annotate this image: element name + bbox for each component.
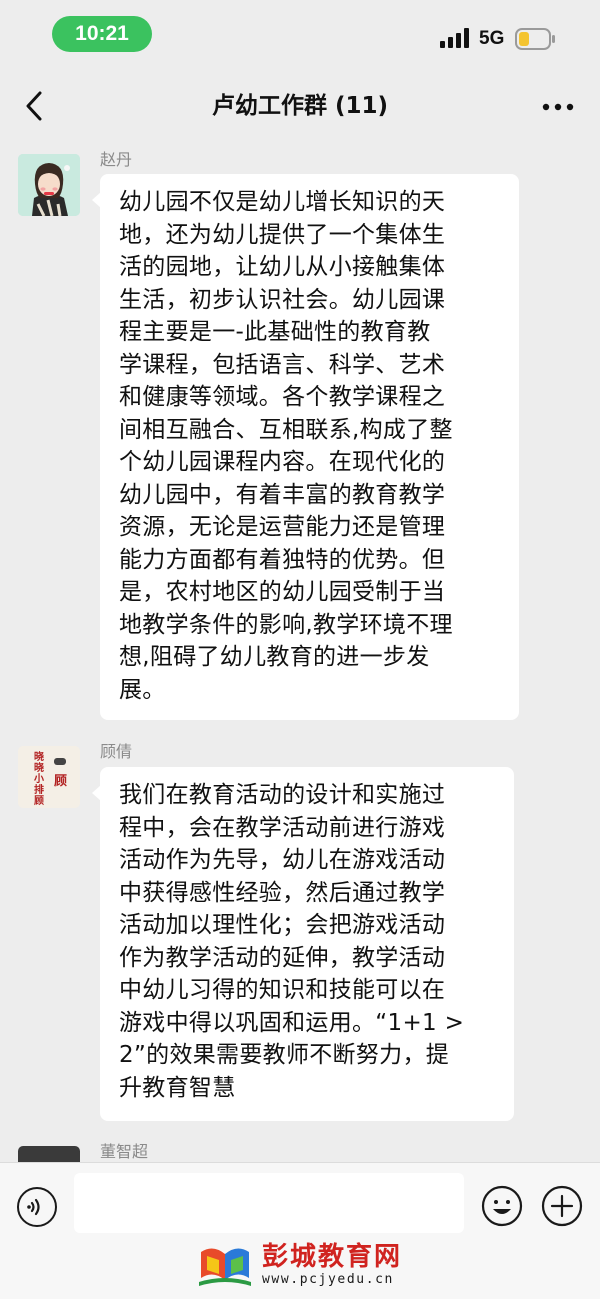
- message-line: 能力方面都有着独特的优势。但: [119, 546, 446, 573]
- message-line: 是，农村地区的幼儿园受制于当: [119, 579, 446, 605]
- message-line: 地教学条件的影响,教学环境不理: [119, 611, 453, 638]
- voice-icon: [27, 1198, 40, 1216]
- navigation-bar: 10:21 5G 卢幼工作群 (11): [0, 0, 600, 140]
- sender-name: 赵丹: [100, 150, 133, 169]
- message-line: 程中，会在教学活动前进行游戏: [119, 814, 446, 841]
- message-line: 展。: [119, 676, 166, 703]
- message-line: 活动作为先导，幼儿在游戏活动: [119, 847, 446, 873]
- avatar-decoration: [54, 758, 66, 765]
- message-line: 资源，无论是运营能力还是管理: [119, 514, 446, 540]
- message-line: 中获得感性经验，然后通过教学: [119, 879, 446, 906]
- watermark-url: www.pcjyedu.cn: [262, 1272, 394, 1287]
- message-bubble[interactable]: 我们在教育活动的设计和实施过 程中，会在教学活动前进行游戏 活动作为先导，幼儿在…: [92, 767, 514, 1121]
- message-line: 我们在教育活动的设计和实施过: [119, 782, 446, 808]
- add-more-icon[interactable]: [541, 1185, 583, 1227]
- message-line: 活动加以理性化；会把游戏活动: [119, 912, 446, 938]
- message-line: 中幼儿习得的知识和技能可以在: [119, 977, 446, 1003]
- avatar-text-right: 顾: [54, 774, 68, 789]
- network-type: 5G: [479, 28, 505, 49]
- message-line: 幼儿园中，有着丰富的教育教学: [119, 481, 446, 508]
- avatar-illustration: [18, 154, 80, 216]
- avatar[interactable]: [18, 1146, 80, 1162]
- message-input[interactable]: [74, 1173, 464, 1233]
- message-line: 升教育智慧: [119, 1074, 236, 1101]
- message-line: 个幼儿园课程内容。在现代化的: [119, 449, 446, 475]
- sender-name: 顾倩: [100, 742, 133, 761]
- watermark-title: 彭城教育网: [262, 1242, 403, 1272]
- more-options-icon[interactable]: [540, 92, 576, 122]
- message-line: 地，还为幼儿提供了一个集体生: [119, 221, 446, 248]
- message-line: 间相互融合、互相联系,构成了整: [119, 416, 453, 443]
- emoji-icon[interactable]: [481, 1185, 523, 1227]
- message-bubble[interactable]: 幼儿园不仅是幼儿增长知识的天 地，还为幼儿提供了一个集体生 活的园地，让幼儿从小…: [92, 174, 519, 720]
- avatar[interactable]: [18, 154, 80, 216]
- voice-input-button[interactable]: [17, 1187, 57, 1227]
- message-line: 学课程，包括语言、科学、艺术: [119, 351, 446, 378]
- chat-title: 卢幼工作群 (11): [211, 93, 389, 119]
- battery-icon: [515, 28, 555, 50]
- message-line: 作为教学活动的延伸，教学活动: [119, 944, 446, 971]
- signal-strength-icon: [440, 28, 469, 48]
- message-line: 活的园地，让幼儿从小接触集体: [119, 254, 446, 280]
- message-line: 和健康等领域。各个教学课程之: [119, 384, 446, 410]
- message-line: 想,阻碍了幼儿教育的进一步发: [119, 644, 430, 670]
- message-line: 幼儿园不仅是幼儿增长知识的天: [119, 189, 446, 215]
- avatar[interactable]: 晓晓小排顾 顾: [18, 746, 80, 808]
- message-line: 游戏中得以巩固和运用。“1+1 >: [119, 1009, 465, 1036]
- status-time: 10:21: [52, 16, 152, 52]
- message-line: 2”的效果需要教师不断努力，提: [119, 1042, 450, 1068]
- message-line: 程主要是一-此基础性的教育教: [119, 319, 431, 345]
- watermark-logo-icon: [199, 1248, 251, 1286]
- message-line: 生活，初步认识社会。幼儿园课: [119, 286, 446, 313]
- avatar-text-left: 晓晓小排顾: [34, 752, 44, 807]
- sender-name: 董智超: [100, 1142, 149, 1161]
